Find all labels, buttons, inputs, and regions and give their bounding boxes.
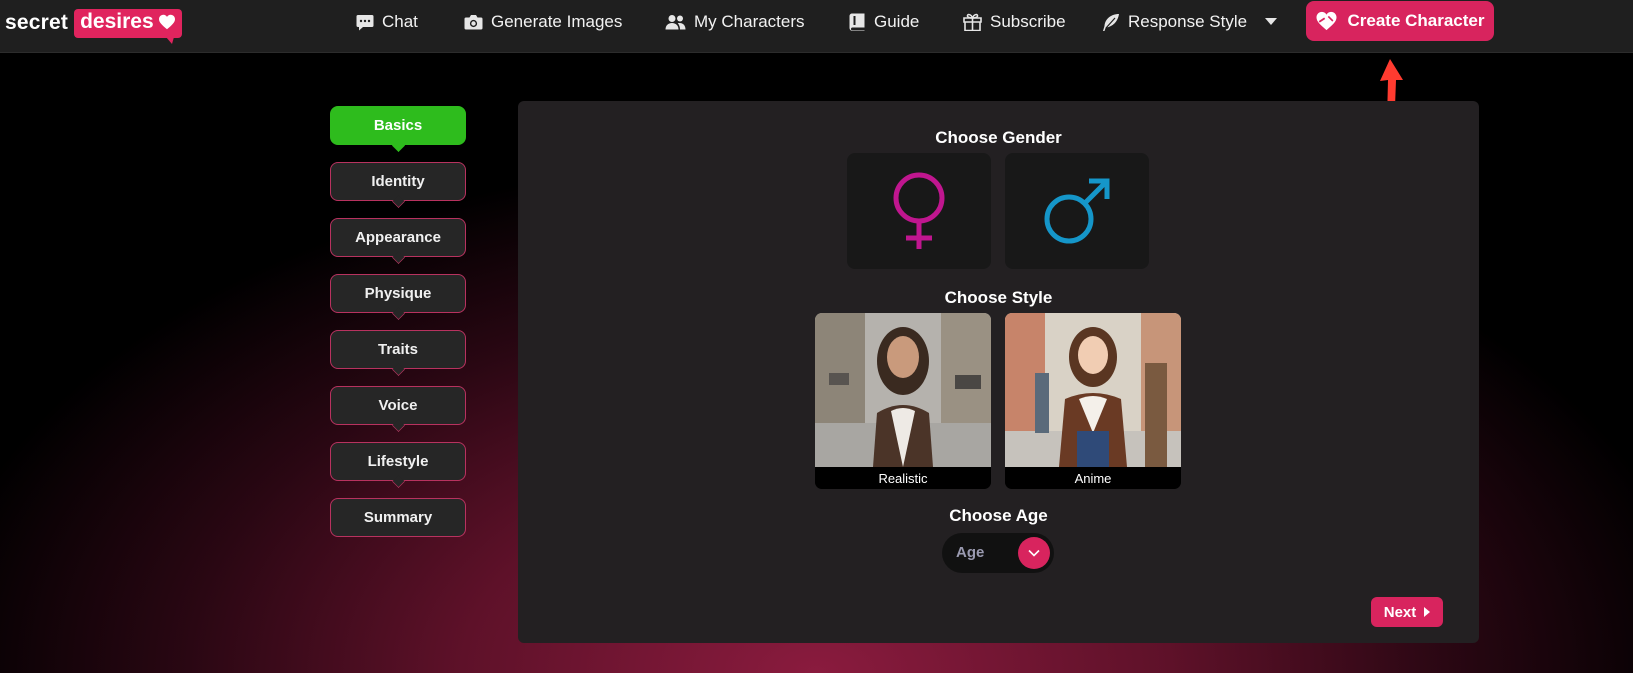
step-label: Physique: [364, 285, 432, 302]
nav-subscribe-label: Subscribe: [990, 12, 1066, 31]
logo-text-desires: desires: [80, 10, 154, 33]
caret-down-icon: [1265, 18, 1278, 25]
logo-badge: desires: [74, 8, 182, 44]
heart-icon: [1316, 11, 1337, 31]
nav-chat-label: Chat: [382, 12, 418, 31]
gift-icon: [963, 13, 982, 31]
age-dropdown-button[interactable]: [1018, 537, 1050, 569]
anime-preview-image: [1005, 313, 1181, 467]
style-realistic-label: Realistic: [815, 467, 991, 489]
brand-logo[interactable]: secret desires: [5, 7, 182, 44]
nav-chat[interactable]: Chat: [356, 10, 418, 34]
step-lifestyle[interactable]: Lifestyle: [330, 442, 466, 481]
chevron-down-icon: [1028, 549, 1040, 557]
step-label: Voice: [378, 397, 418, 414]
chat-icon: [356, 14, 374, 30]
age-placeholder: Age: [956, 544, 985, 561]
nav-guide-label: Guide: [874, 12, 920, 31]
nav-my-characters-label: My Characters: [694, 12, 805, 31]
step-voice[interactable]: Voice: [330, 386, 466, 425]
character-basics-panel: Choose Gender Choose Style Realistic Ani…: [518, 101, 1479, 643]
step-label: Summary: [363, 509, 433, 526]
realistic-preview-image: [815, 313, 991, 467]
nav-generate-images-label: Generate Images: [491, 12, 623, 31]
nav-response-style-label: Response Style: [1128, 12, 1248, 31]
top-navbar: secret desires Chat Generate Images My C…: [0, 0, 1633, 53]
style-anime-option[interactable]: Anime: [1005, 313, 1181, 489]
style-realistic-option[interactable]: Realistic: [815, 313, 991, 489]
step-label: Identity: [371, 173, 425, 190]
male-icon: [1044, 178, 1110, 244]
choose-gender-title: Choose Gender: [935, 128, 1062, 147]
age-select[interactable]: Age: [942, 533, 1054, 573]
feather-icon: [1103, 13, 1119, 31]
choose-style-title: Choose Style: [944, 288, 1053, 307]
nav-my-characters[interactable]: My Characters: [665, 10, 805, 34]
gender-male-option[interactable]: [1005, 153, 1149, 269]
step-traits[interactable]: Traits: [330, 330, 466, 369]
step-basics[interactable]: Basics: [330, 106, 466, 145]
create-character-label: Create Character: [1347, 11, 1485, 30]
heart-icon: [158, 14, 175, 30]
step-summary[interactable]: Summary: [330, 498, 466, 537]
step-label: Traits: [377, 341, 419, 358]
next-button[interactable]: Next: [1371, 597, 1443, 627]
choose-age-title: Choose Age: [949, 506, 1048, 525]
caret-right-icon: [1424, 607, 1431, 617]
nav-subscribe[interactable]: Subscribe: [963, 10, 1066, 34]
nav-response-style[interactable]: Response Style: [1101, 10, 1278, 34]
users-icon: [665, 15, 686, 30]
gender-female-option[interactable]: [847, 153, 991, 269]
step-label: Basics: [373, 117, 423, 134]
style-anime-label: Anime: [1005, 467, 1181, 489]
nav-guide[interactable]: Guide: [849, 10, 919, 34]
step-label: Appearance: [355, 229, 441, 246]
step-label: Lifestyle: [367, 453, 429, 470]
create-character-button[interactable]: Create Character: [1306, 1, 1494, 41]
book-icon: [849, 13, 865, 31]
step-physique[interactable]: Physique: [330, 274, 466, 313]
camera-icon: [464, 15, 483, 30]
nav-generate-images[interactable]: Generate Images: [464, 10, 622, 34]
female-icon: [893, 172, 945, 249]
logo-text-secret: secret: [5, 11, 69, 34]
step-appearance[interactable]: Appearance: [330, 218, 466, 257]
next-label: Next: [1383, 603, 1417, 621]
step-identity[interactable]: Identity: [330, 162, 466, 201]
